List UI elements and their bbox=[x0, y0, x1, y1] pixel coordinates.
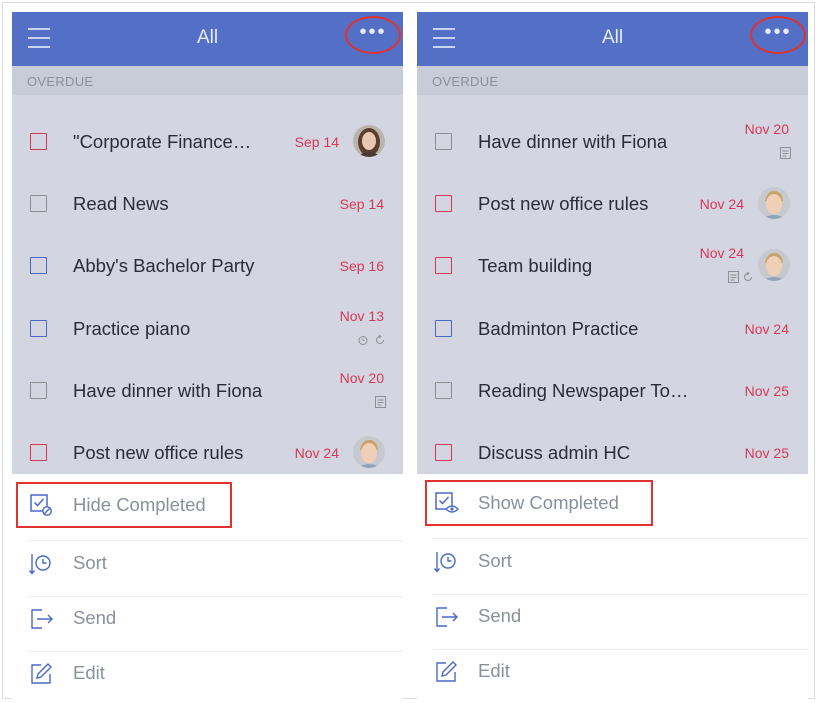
options-menu: Hide Completed Sort Send Edit bbox=[12, 474, 403, 702]
options-menu: Show Completed Sort Send Edit bbox=[417, 474, 808, 702]
more-options-button[interactable]: ••• bbox=[345, 16, 401, 54]
header-title: All bbox=[196, 27, 219, 48]
task-title: Post new office rules bbox=[478, 193, 649, 214]
task-checkbox[interactable] bbox=[435, 195, 452, 212]
section-label: OVERDUE bbox=[27, 74, 94, 89]
assignee-avatar[interactable] bbox=[758, 187, 790, 219]
sort-menu-item[interactable]: Sort bbox=[12, 542, 403, 597]
task-list: OVERDUE "Corporate Finance… Sep 14 Read … bbox=[12, 66, 403, 474]
note-icon bbox=[728, 271, 739, 283]
task-due-date: Nov 13 bbox=[339, 308, 384, 324]
task-row[interactable]: Have dinner with Fiona Nov 20 bbox=[12, 360, 403, 422]
sort-icon bbox=[28, 554, 51, 575]
header-title: All bbox=[601, 27, 624, 48]
divider bbox=[28, 540, 403, 541]
task-row[interactable]: Have dinner with Fiona Nov 20 bbox=[417, 111, 808, 173]
assignee-avatar[interactable] bbox=[758, 249, 790, 281]
task-checkbox[interactable] bbox=[30, 382, 47, 399]
edit-icon bbox=[31, 663, 52, 684]
task-row[interactable]: Reading Newspaper To… Nov 25 bbox=[417, 360, 808, 422]
task-checkbox[interactable] bbox=[435, 133, 452, 150]
highlight-rectangle bbox=[425, 480, 653, 526]
task-list: OVERDUE Have dinner with Fiona Nov 20 Po… bbox=[417, 66, 808, 474]
task-due-date: Nov 24 bbox=[699, 196, 744, 212]
task-checkbox[interactable] bbox=[30, 195, 47, 212]
edit-menu-item[interactable]: Edit bbox=[417, 650, 808, 702]
send-menu-item[interactable]: Send bbox=[417, 595, 808, 650]
task-checkbox[interactable] bbox=[30, 257, 47, 274]
task-due-date: Sep 16 bbox=[339, 258, 384, 274]
task-due-date: Sep 14 bbox=[339, 196, 384, 212]
note-icon bbox=[780, 147, 791, 159]
send-menu-item[interactable]: Send bbox=[12, 597, 403, 652]
menu-item-label: Send bbox=[73, 607, 117, 628]
section-header: OVERDUE bbox=[417, 66, 808, 95]
repeat-icon bbox=[744, 271, 752, 281]
repeat-icon bbox=[376, 334, 384, 344]
task-checkbox[interactable] bbox=[30, 444, 47, 461]
left-phone-screen: All ••• OVERDUE "Corporate Finance… Sep … bbox=[12, 12, 403, 702]
highlight-ellipse bbox=[750, 16, 806, 54]
assignee-avatar[interactable] bbox=[353, 436, 385, 468]
send-icon bbox=[436, 607, 458, 627]
send-icon bbox=[31, 609, 53, 629]
divider bbox=[433, 538, 808, 539]
task-due-date: Nov 24 bbox=[744, 321, 789, 337]
task-due-date: Nov 24 bbox=[294, 445, 339, 461]
app-header: All ••• bbox=[417, 12, 808, 66]
task-checkbox[interactable] bbox=[30, 133, 47, 150]
task-row[interactable]: "Corporate Finance… Sep 14 bbox=[12, 111, 403, 173]
edit-icon bbox=[436, 661, 457, 682]
task-due-date: Nov 25 bbox=[744, 445, 789, 461]
sort-icon bbox=[433, 552, 456, 573]
task-title: Badminton Practice bbox=[478, 318, 639, 339]
sort-menu-item[interactable]: Sort bbox=[417, 540, 808, 595]
task-title: Team building bbox=[478, 255, 593, 276]
task-title: Have dinner with Fiona bbox=[478, 131, 668, 152]
task-due-date: Nov 24 bbox=[699, 245, 744, 261]
task-title: Discuss admin HC bbox=[478, 442, 631, 463]
task-row[interactable]: Abby's Bachelor Party Sep 16 bbox=[12, 235, 403, 297]
app-header: All ••• bbox=[12, 12, 403, 66]
task-title: Reading Newspaper To… bbox=[478, 380, 689, 401]
task-checkbox[interactable] bbox=[435, 382, 452, 399]
section-label: OVERDUE bbox=[432, 74, 499, 89]
task-checkbox[interactable] bbox=[30, 320, 47, 337]
task-row[interactable]: Team building Nov 24 bbox=[417, 235, 808, 297]
more-options-button[interactable]: ••• bbox=[750, 16, 806, 54]
task-row[interactable]: Post new office rules Nov 24 bbox=[417, 173, 808, 235]
task-checkbox[interactable] bbox=[435, 320, 452, 337]
task-title: Read News bbox=[73, 193, 169, 214]
task-title: Have dinner with Fiona bbox=[73, 380, 263, 401]
show-completed-menu-item[interactable]: Show Completed bbox=[417, 476, 808, 531]
task-row[interactable]: Practice piano Nov 13 bbox=[12, 298, 403, 360]
task-title: Abby's Bachelor Party bbox=[73, 255, 255, 276]
menu-item-label: Sort bbox=[73, 552, 107, 573]
section-header: OVERDUE bbox=[12, 66, 403, 95]
task-row[interactable]: Badminton Practice Nov 24 bbox=[417, 298, 808, 360]
edit-menu-item[interactable]: Edit bbox=[12, 652, 403, 702]
note-icon bbox=[375, 396, 386, 408]
task-checkbox[interactable] bbox=[435, 444, 452, 461]
highlight-ellipse bbox=[345, 16, 401, 54]
task-row[interactable]: Read News Sep 14 bbox=[12, 173, 403, 235]
task-due-date: Sep 14 bbox=[294, 134, 339, 150]
menu-item-label: Sort bbox=[478, 550, 512, 571]
right-phone-screen: All ••• OVERDUE Have dinner with Fiona N… bbox=[417, 12, 808, 702]
task-due-date: Nov 20 bbox=[744, 121, 789, 137]
task-title: Post new office rules bbox=[73, 442, 244, 463]
task-due-date: Nov 25 bbox=[744, 383, 789, 399]
highlight-rectangle bbox=[16, 482, 232, 528]
task-title: Practice piano bbox=[73, 318, 191, 339]
menu-item-label: Edit bbox=[478, 660, 510, 681]
menu-item-label: Send bbox=[478, 605, 522, 626]
task-checkbox[interactable] bbox=[435, 257, 452, 274]
hide-completed-menu-item[interactable]: Hide Completed bbox=[12, 478, 403, 533]
task-due-date: Nov 20 bbox=[339, 370, 384, 386]
task-title: "Corporate Finance… bbox=[73, 131, 252, 152]
assignee-avatar[interactable] bbox=[353, 125, 385, 157]
menu-item-label: Edit bbox=[73, 662, 105, 683]
alarm-icon bbox=[358, 336, 368, 345]
